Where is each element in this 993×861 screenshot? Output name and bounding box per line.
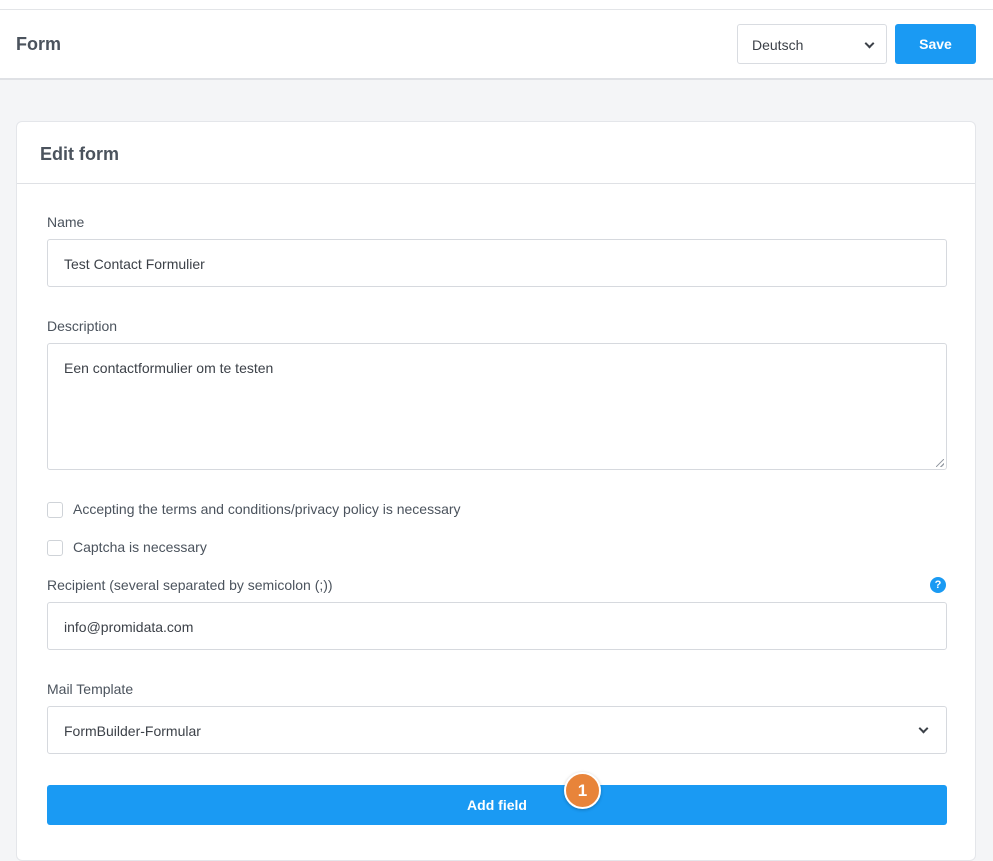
page-header: Form Deutsch Save: [0, 10, 993, 80]
edit-form-card: Edit form Name Test Contact Formulier De…: [16, 121, 976, 861]
chevron-down-icon: [864, 38, 875, 49]
top-strip: [0, 0, 993, 10]
recipient-input-value: info@promidata.com: [64, 619, 194, 635]
mail-template-select[interactable]: FormBuilder-Formular: [47, 706, 947, 754]
step-badge: 1: [564, 772, 601, 809]
terms-checkbox[interactable]: [47, 502, 63, 518]
language-select-value: Deutsch: [752, 37, 804, 53]
recipient-label: Recipient (several separated by semicolo…: [47, 577, 333, 593]
add-field-button[interactable]: Add field: [47, 785, 947, 825]
name-input-value: Test Contact Formulier: [64, 256, 205, 272]
save-button[interactable]: Save: [895, 24, 976, 64]
description-textarea-value: Een contactformulier om te testen: [64, 360, 274, 376]
name-label: Name: [47, 214, 85, 230]
description-textarea[interactable]: Een contactformulier om te testen: [47, 343, 947, 470]
card-title: Edit form: [40, 144, 119, 164]
description-label: Description: [47, 318, 118, 334]
mail-template-select-value: FormBuilder-Formular: [64, 723, 201, 739]
recipient-input[interactable]: info@promidata.com: [47, 602, 947, 650]
captcha-checkbox[interactable]: [47, 540, 63, 556]
chevron-down-icon: [918, 723, 929, 734]
page-title: Form: [16, 34, 61, 54]
resize-grip-icon[interactable]: [936, 459, 944, 467]
card-header: Edit form: [17, 122, 975, 184]
terms-checkbox-label: Accepting the terms and conditions/priva…: [73, 501, 461, 517]
name-input[interactable]: Test Contact Formulier: [47, 239, 947, 287]
captcha-checkbox-label: Captcha is necessary: [73, 539, 207, 555]
language-select[interactable]: Deutsch: [737, 24, 887, 64]
mail-template-label: Mail Template: [47, 681, 134, 697]
help-icon[interactable]: ?: [930, 577, 946, 593]
